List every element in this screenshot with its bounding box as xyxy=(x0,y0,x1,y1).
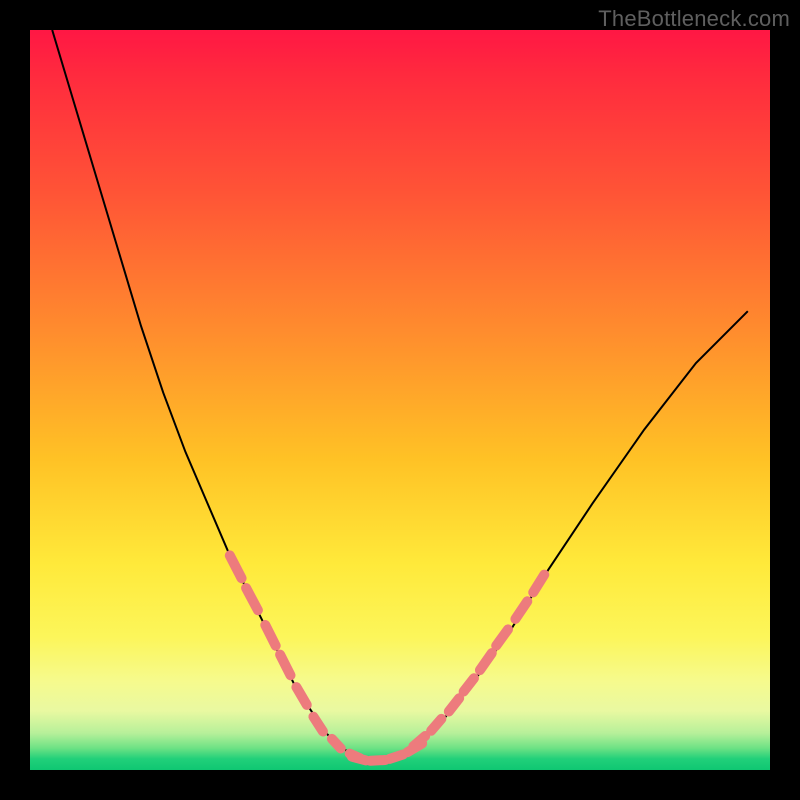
bead-segment xyxy=(431,719,441,731)
bead-segment xyxy=(230,555,242,578)
bead-segment xyxy=(246,588,258,610)
bead-segment xyxy=(464,678,474,691)
bead-segment xyxy=(370,760,385,761)
bottleneck-curve xyxy=(52,30,748,760)
curve-layer xyxy=(30,30,770,770)
bead-segment xyxy=(533,575,544,593)
plot-area xyxy=(30,30,770,770)
bead-segment xyxy=(332,739,341,749)
bead-segment xyxy=(390,755,403,759)
bead-segment xyxy=(265,625,275,646)
bead-segment xyxy=(313,717,323,732)
watermark-text: TheBottleneck.com xyxy=(598,6,790,32)
bead-group xyxy=(230,555,545,760)
bead-segment xyxy=(296,687,306,705)
bead-segment xyxy=(480,653,492,670)
bead-segment xyxy=(449,698,459,711)
chart-frame: TheBottleneck.com xyxy=(0,0,800,800)
bead-segment xyxy=(515,601,527,619)
bead-segment xyxy=(496,629,508,645)
bead-segment xyxy=(352,757,366,761)
bead-segment xyxy=(280,655,290,676)
